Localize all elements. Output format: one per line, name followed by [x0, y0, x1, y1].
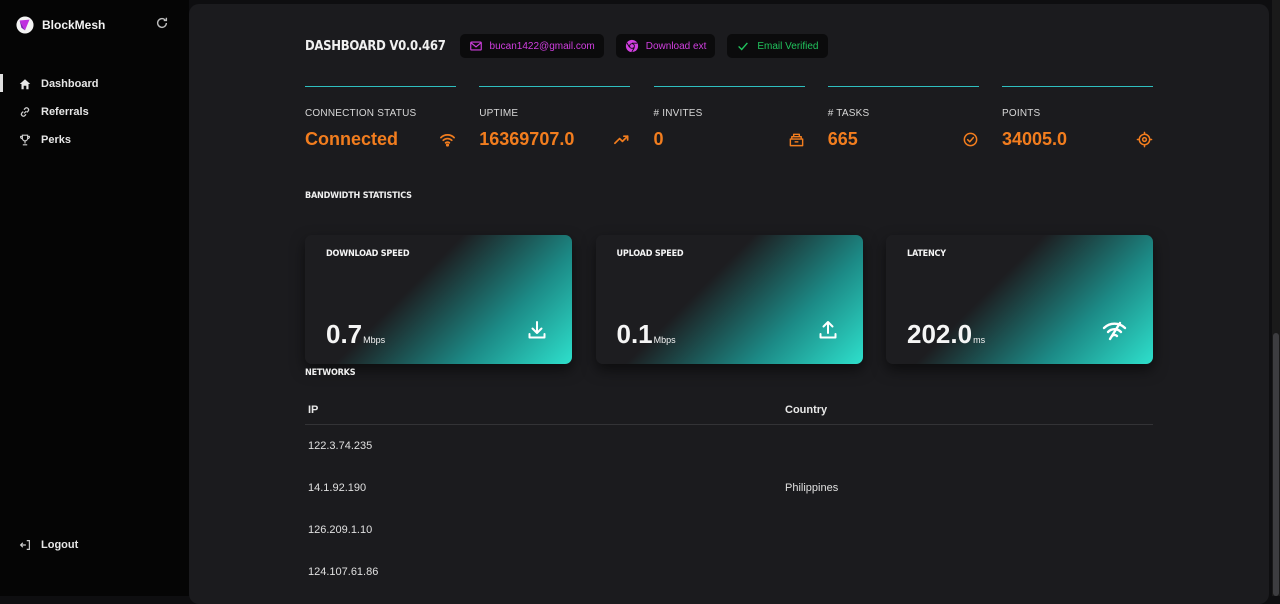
card-value: 0.1Mbps [617, 319, 676, 350]
stat-points: POINTS 34005.0 [1002, 86, 1153, 150]
card-title: UPLOAD SPEED [616, 249, 684, 259]
email-text: bucan1422@gmail.com [489, 40, 595, 52]
column-header-ip: IP [308, 404, 319, 416]
cell-ip: 122.3.74.235 [308, 440, 373, 452]
divider [305, 86, 456, 87]
card-latency: LATENCY 202.0ms [886, 235, 1153, 364]
stat-value: 665 [827, 129, 858, 149]
card-value-number: 0.1 [616, 319, 653, 349]
trophy-icon [20, 134, 30, 146]
blockmesh-logo-icon [16, 16, 34, 34]
refresh-icon[interactable] [155, 16, 169, 30]
card-value-number: 0.7 [326, 319, 363, 349]
table-row: 122.3.74.235 [305, 425, 1153, 467]
download-icon [528, 321, 546, 339]
mail-icon [469, 41, 482, 51]
download-ext-label: Download ext [645, 40, 707, 52]
logout-icon [19, 540, 30, 550]
brand-name: BlockMesh [42, 18, 106, 32]
card-unit: Mbps [363, 335, 386, 345]
card-title: LATENCY [907, 249, 946, 259]
divider [653, 86, 805, 87]
stat-connection-status: CONNECTION STATUS Connected [305, 86, 456, 150]
stat-label: # INVITES [653, 108, 703, 119]
card-value: 202.0ms [907, 319, 985, 350]
scrollbar-thumb[interactable] [1273, 333, 1279, 596]
trending-up-icon [614, 135, 629, 145]
divider [1002, 86, 1153, 87]
table-header: IP Country [305, 396, 1153, 425]
stat-value: 16369707.0 [479, 129, 575, 149]
stat-value: 0 [653, 129, 664, 149]
logout-label: Logout [41, 539, 79, 551]
home-icon [19, 79, 31, 90]
sidebar-nav: Dashboard Referrals Perks [0, 70, 189, 154]
email-badge: bucan1422@gmail.com [459, 34, 604, 58]
card-unit: ms [973, 335, 986, 345]
networks-title: NETWORKS [305, 368, 356, 378]
scrollbar[interactable] [1272, 0, 1280, 596]
divider [479, 86, 631, 87]
cell-ip: 14.1.92.190 [308, 482, 367, 494]
stat-label: CONNECTION STATUS [305, 108, 417, 119]
divider [827, 86, 979, 87]
stat-value: 34005.0 [1002, 129, 1068, 149]
brand[interactable]: BlockMesh [16, 16, 105, 34]
link-icon [20, 107, 30, 117]
check-circle-icon [963, 132, 978, 147]
stat-label: UPTIME [479, 108, 519, 119]
stat-label: POINTS [1002, 108, 1041, 119]
bandwidth-title: BANDWIDTH STATISTICS [305, 191, 412, 201]
stat-tasks: # TASKS 665 [827, 86, 979, 150]
cell-country: Philippines [785, 482, 839, 494]
stat-invites: # INVITES 0 [653, 86, 805, 150]
bandwidth-cards: DOWNLOAD SPEED 0.7Mbps UPLOAD SPEED 0.1M… [305, 235, 1153, 364]
email-verified-label: Email Verified [757, 40, 819, 52]
cell-ip: 126.209.1.10 [308, 524, 373, 536]
card-title: DOWNLOAD SPEED [326, 249, 410, 259]
page-title: DASHBOARD V0.0.467 [305, 38, 446, 54]
upload-icon [819, 321, 836, 339]
sidebar-item-label: Referrals [41, 106, 89, 118]
sidebar-item-perks[interactable]: Perks [0, 126, 189, 154]
card-upload-speed: UPLOAD SPEED 0.1Mbps [595, 235, 863, 364]
networks-table: IP Country 122.3.74.235 14.1.92.190 Phil… [305, 396, 1153, 593]
sidebar-item-label: Perks [41, 134, 71, 146]
cell-ip: 124.107.61.86 [308, 566, 379, 578]
card-unit: Mbps [653, 335, 676, 345]
stat-value: Connected [305, 129, 399, 149]
table-row: 14.1.92.190 Philippines [305, 467, 1153, 509]
stats-row: CONNECTION STATUS Connected UPTIME 16369… [305, 86, 1153, 150]
wifi-signal-icon [1102, 321, 1127, 341]
email-verified-badge: Email Verified [727, 34, 828, 58]
table-row: 126.209.1.10 [305, 509, 1153, 551]
chrome-icon [625, 39, 638, 53]
card-download-speed: DOWNLOAD SPEED 0.7Mbps [305, 235, 572, 364]
column-header-country: Country [785, 404, 828, 416]
download-ext-button[interactable]: Download ext [615, 34, 716, 58]
logout-button[interactable]: Logout [18, 538, 78, 552]
stat-label: # TASKS [827, 108, 870, 119]
topbar: DASHBOARD V0.0.467 bucan1422@gmail.com D… [305, 34, 828, 58]
wifi-icon [440, 134, 455, 147]
target-icon [1136, 131, 1153, 148]
table-row: 124.107.61.86 [305, 551, 1153, 593]
card-value-number: 202.0 [907, 319, 973, 349]
sidebar-item-referrals[interactable]: Referrals [0, 98, 189, 126]
check-icon [738, 42, 749, 51]
sidebar-item-label: Dashboard [41, 78, 99, 90]
sidebar-item-dashboard[interactable]: Dashboard [0, 70, 189, 98]
invites-icon [789, 133, 803, 147]
card-value: 0.7Mbps [326, 319, 385, 350]
sidebar: BlockMesh Dashboard Referrals Perks Logo… [0, 0, 189, 596]
main-panel: DASHBOARD V0.0.467 bucan1422@gmail.com D… [189, 4, 1269, 604]
stat-uptime: UPTIME 16369707.0 [479, 86, 631, 150]
